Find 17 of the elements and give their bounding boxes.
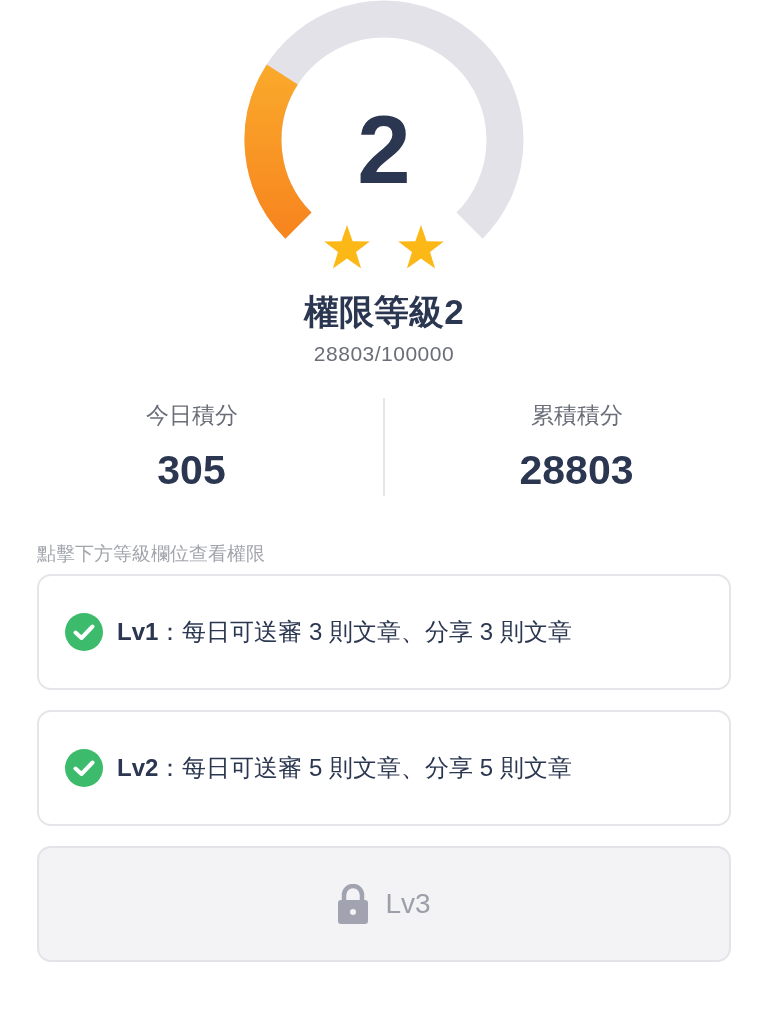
level-title: 權限等級2: [304, 291, 464, 333]
stat-label: 今日積分: [145, 401, 238, 430]
level-card[interactable]: Lv1：每日可送審 3 則文章、分享 3 則文章: [37, 574, 731, 690]
level-text: Lv1：每日可送審 3 則文章、分享 3 則文章: [117, 617, 572, 647]
lock-icon: [337, 884, 370, 924]
star-icon: [323, 224, 371, 270]
level-text: Lv3: [385, 887, 431, 921]
stat-value: 305: [157, 446, 226, 494]
level-text: Lv2：每日可送審 5 則文章、分享 5 則文章: [117, 753, 572, 783]
stat-value: 28803: [519, 446, 634, 494]
stat-label: 累積積分: [530, 401, 623, 430]
hint-text: 點擊下方等級欄位查看權限: [37, 542, 266, 566]
star-icon: [397, 224, 445, 270]
level-number: 2: [357, 96, 411, 203]
check-circle-icon: [65, 613, 103, 651]
check-circle-icon: [65, 749, 103, 787]
level-card[interactable]: Lv2：每日可送審 5 則文章、分享 5 則文章: [37, 710, 731, 826]
